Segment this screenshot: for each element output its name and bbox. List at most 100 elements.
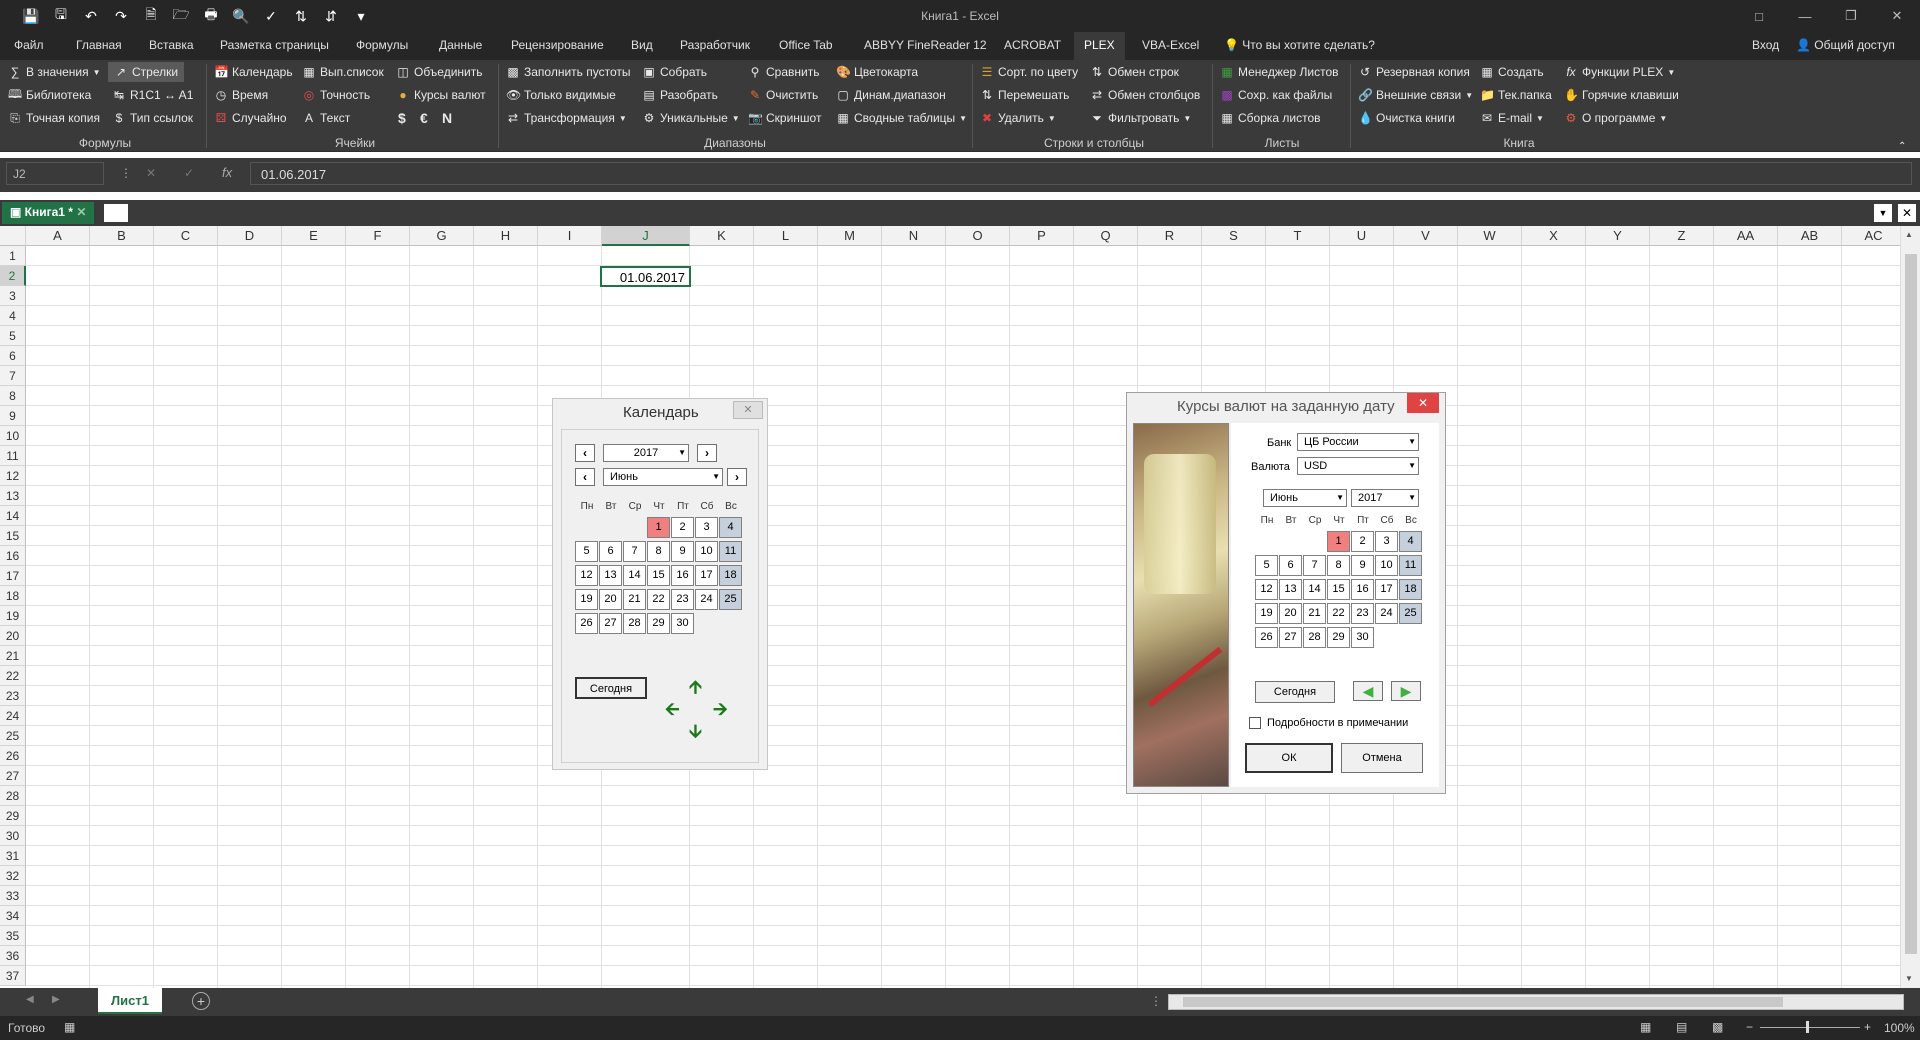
- calendar-button[interactable]: 📅 Календарь: [214, 62, 293, 82]
- day-cell[interactable]: 23: [1351, 603, 1374, 624]
- day-cell[interactable]: 14: [1303, 579, 1326, 600]
- day-cell[interactable]: 4: [1399, 531, 1422, 552]
- column-header[interactable]: M: [818, 226, 882, 246]
- day-cell[interactable]: 28: [1303, 627, 1326, 648]
- day-cell[interactable]: 16: [1351, 579, 1374, 600]
- normal-view-icon[interactable]: ▦: [1640, 1020, 1651, 1034]
- select-all-corner[interactable]: [0, 226, 26, 246]
- column-header[interactable]: R: [1138, 226, 1202, 246]
- row-header[interactable]: 25: [0, 726, 26, 746]
- sheet-scroll-left-icon[interactable]: ◀: [26, 994, 34, 1005]
- row-header[interactable]: 9: [0, 406, 26, 426]
- r1c1-button[interactable]: ↹ R1C1 ↔ A1: [112, 85, 193, 105]
- day-cell[interactable]: 13: [599, 565, 622, 586]
- sign-in-link[interactable]: Вход: [1752, 32, 1779, 60]
- row-header[interactable]: 11: [0, 446, 26, 466]
- precision-button[interactable]: ◎ Точность: [302, 85, 370, 105]
- page-break-view-icon[interactable]: ▩: [1712, 1020, 1723, 1034]
- day-cell[interactable]: 19: [1255, 603, 1278, 624]
- tab-abbyy[interactable]: ABBYY FineReader 12: [864, 32, 987, 60]
- row-header[interactable]: 19: [0, 606, 26, 626]
- row-header[interactable]: 30: [0, 826, 26, 846]
- day-cell[interactable]: 18: [1399, 579, 1422, 600]
- day-cell[interactable]: 15: [1327, 579, 1350, 600]
- column-header[interactable]: I: [538, 226, 602, 246]
- day-cell[interactable]: 4: [719, 517, 742, 538]
- day-cell[interactable]: 30: [1351, 627, 1374, 648]
- tab-home[interactable]: Главная: [76, 32, 122, 60]
- row-header[interactable]: 35: [0, 926, 26, 946]
- column-header[interactable]: X: [1522, 226, 1586, 246]
- current-folder-button[interactable]: 📁 Тек.папка: [1480, 85, 1552, 105]
- horizontal-scrollbar[interactable]: [1168, 994, 1904, 1010]
- formula-input[interactable]: 01.06.2017: [250, 162, 1912, 185]
- column-header[interactable]: H: [474, 226, 538, 246]
- day-cell[interactable]: 28: [623, 613, 646, 634]
- row-header[interactable]: 32: [0, 866, 26, 886]
- visible-only-button[interactable]: 👁 Только видимые: [506, 85, 616, 105]
- day-cell[interactable]: 21: [1303, 603, 1326, 624]
- next-month-icon[interactable]: ›: [727, 468, 747, 486]
- currency-rates-button[interactable]: ● Курсы валют: [396, 85, 485, 105]
- rates-today-button[interactable]: Сегодня: [1255, 681, 1335, 703]
- zoom-level[interactable]: 100%: [1884, 1021, 1915, 1035]
- ok-button[interactable]: ОК: [1245, 743, 1333, 773]
- share-button[interactable]: 👤 Общий доступ: [1796, 32, 1895, 60]
- zoom-slider-thumb[interactable]: [1806, 1021, 1809, 1033]
- more-sheets-icon[interactable]: ⋮: [1150, 994, 1162, 1008]
- day-cell[interactable]: 8: [1327, 555, 1350, 576]
- column-header[interactable]: Z: [1650, 226, 1714, 246]
- row-header[interactable]: 27: [0, 766, 26, 786]
- filter-button[interactable]: ⏷ Фильтровать ▼: [1090, 108, 1191, 128]
- day-cell[interactable]: 15: [647, 565, 670, 586]
- zoom-slider[interactable]: [1760, 1027, 1860, 1028]
- row-header[interactable]: 24: [0, 706, 26, 726]
- day-cell[interactable]: 17: [1375, 579, 1398, 600]
- cancel-button[interactable]: Отмена: [1341, 743, 1423, 773]
- day-cell[interactable]: 10: [1375, 555, 1398, 576]
- day-cell[interactable]: 18: [719, 565, 742, 586]
- tab-file[interactable]: Файл: [14, 32, 44, 60]
- row-header[interactable]: 22: [0, 666, 26, 686]
- close-icon[interactable]: ✕: [1874, 0, 1920, 32]
- day-cell[interactable]: 11: [1399, 555, 1422, 576]
- row-header[interactable]: 20: [0, 626, 26, 646]
- row-header[interactable]: 13: [0, 486, 26, 506]
- scroll-up-icon[interactable]: ▲: [1905, 230, 1913, 239]
- day-cell[interactable]: 22: [647, 589, 670, 610]
- enter-icon[interactable]: ✓: [184, 166, 194, 180]
- merge-button[interactable]: ◫ Объединить: [396, 62, 482, 82]
- currency-select[interactable]: USD ▼: [1297, 457, 1419, 475]
- ref-type-button[interactable]: $ Тип ссылок: [112, 108, 193, 128]
- euro-format-button[interactable]: €: [420, 108, 428, 128]
- external-links-button[interactable]: 🔗 Внешние связи ▼: [1358, 85, 1473, 105]
- vertical-scrollbar[interactable]: ▲ ▼: [1900, 226, 1920, 988]
- day-cell[interactable]: 26: [575, 613, 598, 634]
- column-header[interactable]: J: [602, 226, 690, 246]
- arrow-down-icon[interactable]: 🡫: [689, 719, 702, 749]
- fill-blanks-button[interactable]: ▩ Заполнить пустоты: [506, 62, 630, 82]
- today-button[interactable]: Сегодня: [575, 677, 647, 699]
- email-button[interactable]: ✉ E-mail ▼: [1480, 108, 1544, 128]
- next-year-icon[interactable]: ›: [697, 444, 717, 462]
- column-header[interactable]: AB: [1778, 226, 1842, 246]
- dropdown-list-button[interactable]: ▦ Вып.список: [302, 62, 383, 82]
- tab-office-tab[interactable]: Office Tab: [779, 32, 833, 60]
- row-header[interactable]: 12: [0, 466, 26, 486]
- hotkeys-button[interactable]: ✋ Горячие клавиши: [1564, 85, 1679, 105]
- rates-prev-arrow-icon[interactable]: ◀: [1353, 681, 1383, 701]
- more-icon[interactable]: ⋮: [120, 166, 132, 180]
- details-checkbox[interactable]: [1249, 717, 1261, 729]
- column-header[interactable]: K: [690, 226, 754, 246]
- column-header[interactable]: Q: [1074, 226, 1138, 246]
- tab-formulas[interactable]: Формулы: [356, 32, 408, 60]
- cell-J2[interactable]: 01.06.2017: [600, 266, 691, 287]
- row-header[interactable]: 29: [0, 806, 26, 826]
- create-button[interactable]: ▦ Создать: [1480, 62, 1543, 82]
- day-cell[interactable]: 22: [1327, 603, 1350, 624]
- plex-functions-button[interactable]: fx Функции PLEX ▼: [1564, 62, 1675, 82]
- rates-month-select[interactable]: Июнь ▼: [1263, 489, 1347, 507]
- row-header[interactable]: 23: [0, 686, 26, 706]
- name-box[interactable]: J2: [6, 162, 104, 185]
- day-cell[interactable]: 16: [671, 565, 694, 586]
